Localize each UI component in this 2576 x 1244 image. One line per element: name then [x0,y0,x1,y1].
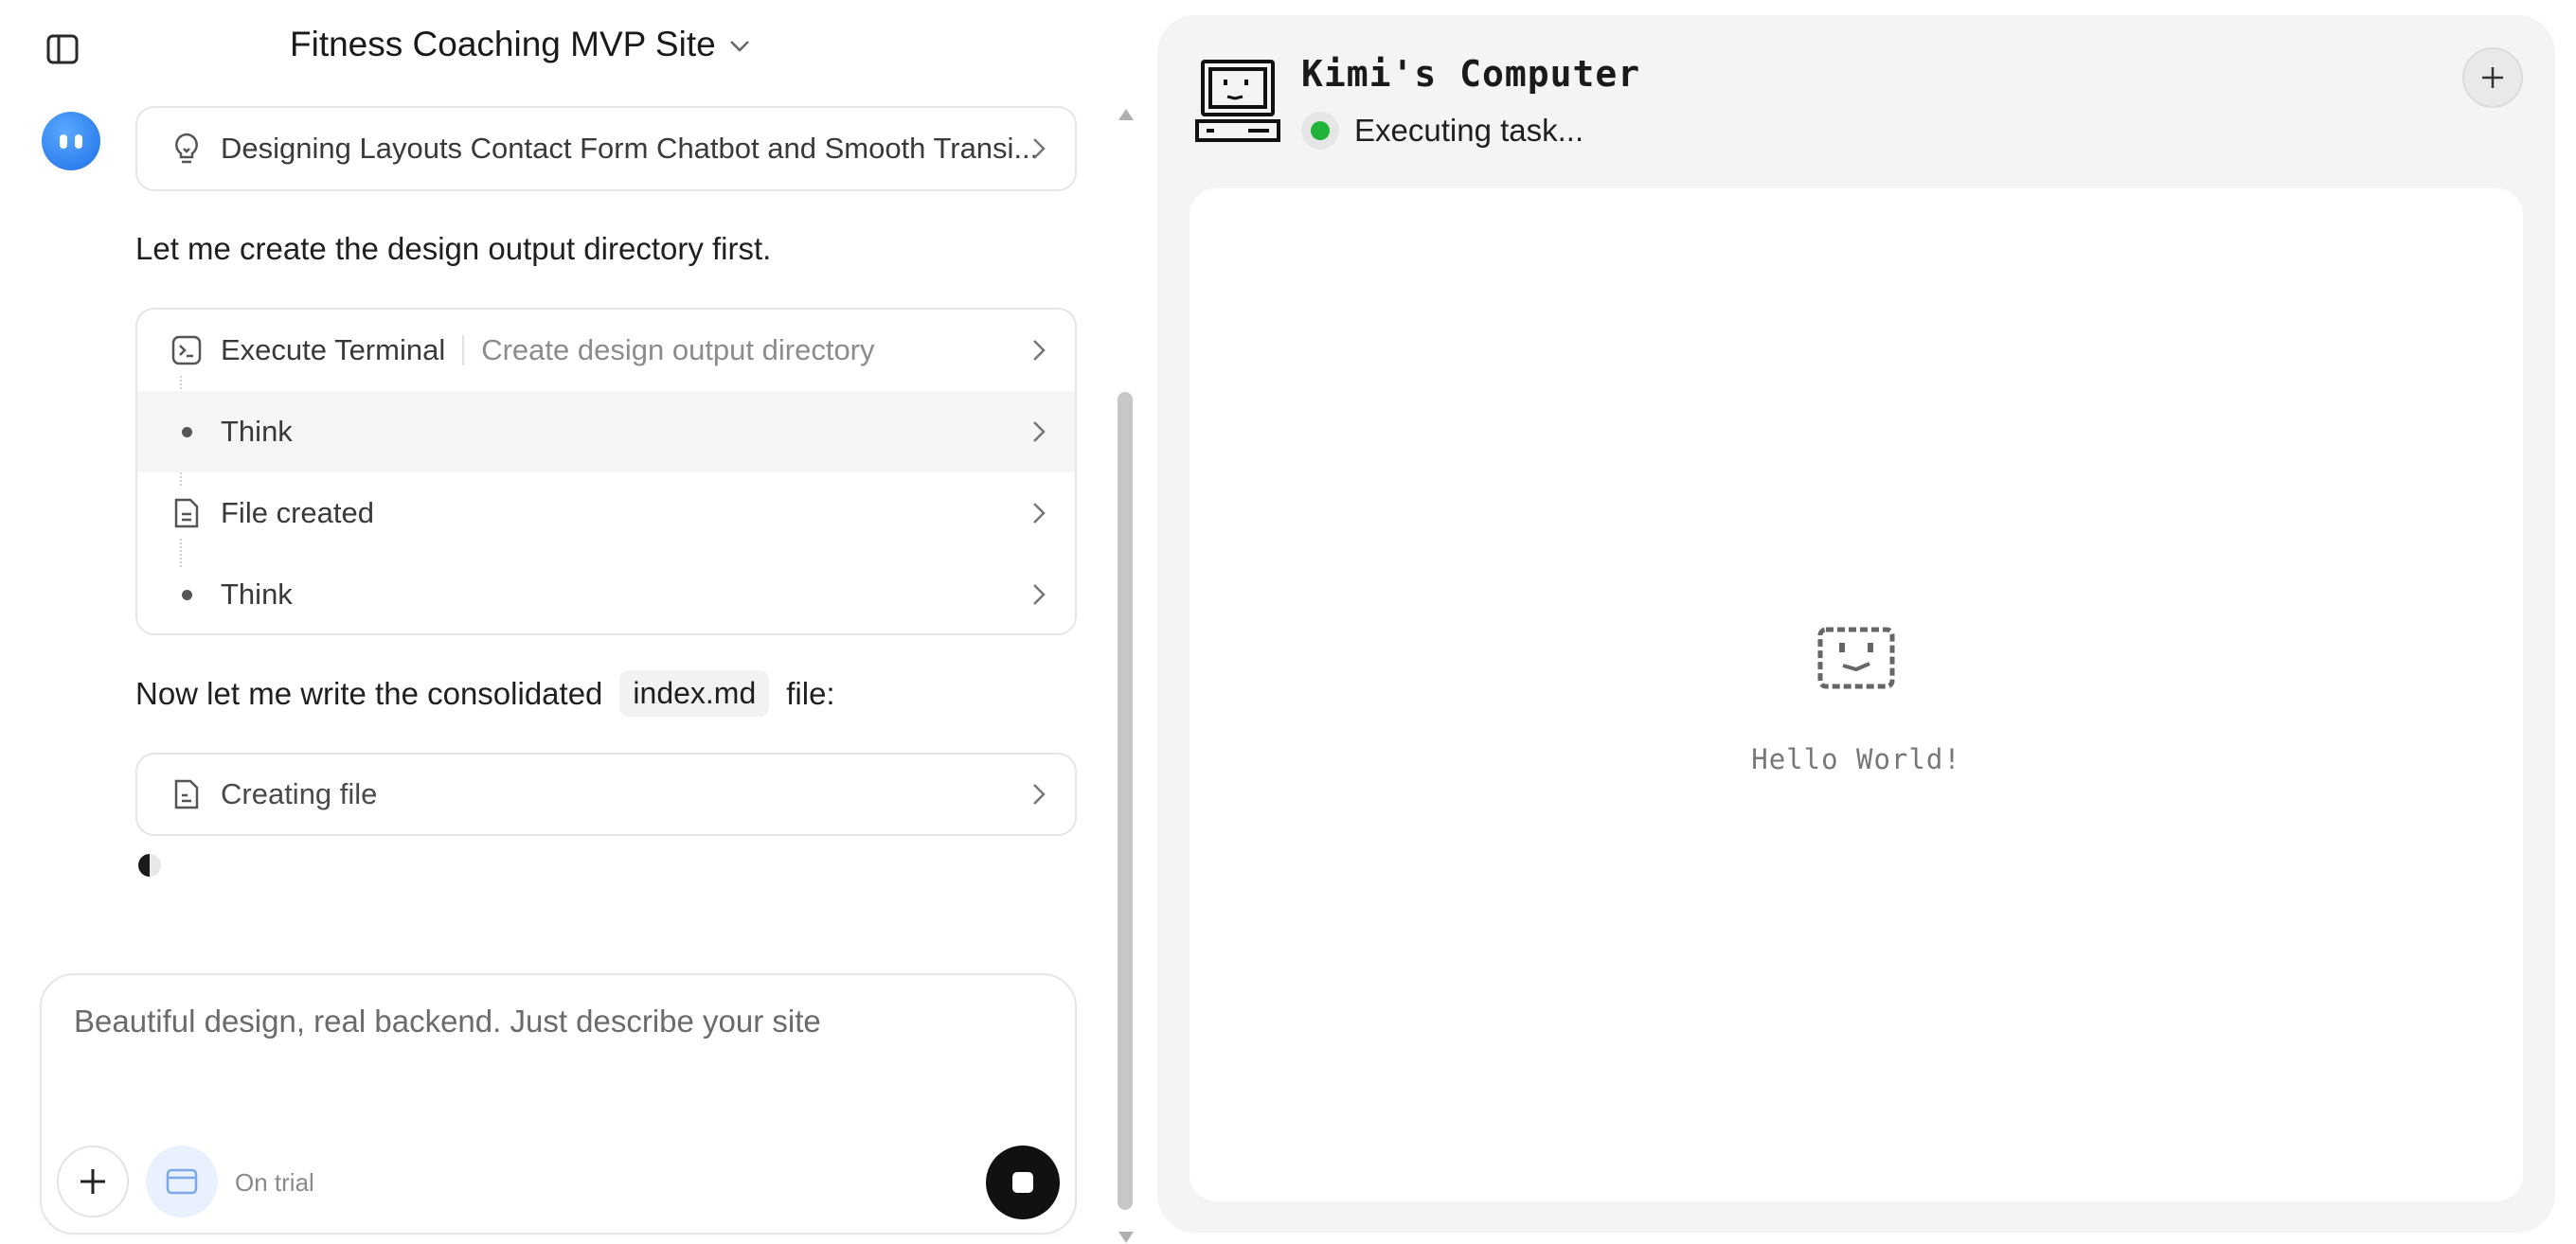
message-composer: On trial [40,973,1077,1235]
scrollbar-thumb[interactable] [1118,392,1133,1210]
step-think-1[interactable]: Think [137,391,1075,472]
creating-file-row[interactable]: Creating file [137,755,1075,834]
chevron-right-icon [1033,421,1046,442]
chevron-right-icon [1033,503,1046,524]
steps-card: Execute Terminal Create design output di… [135,308,1077,635]
creating-file-card[interactable]: Creating file [135,753,1077,836]
chevron-right-icon [1033,138,1046,159]
computer-title: Kimi's Computer [1301,53,1641,95]
project-title-dropdown[interactable]: Fitness Coaching MVP Site [290,25,750,64]
website-mode-button[interactable] [146,1146,218,1217]
step-execute-terminal[interactable]: Execute Terminal Create design output di… [137,310,1075,391]
assistant-avatar [42,112,100,170]
step-detail: Create design output directory [481,333,875,366]
sidebar-toggle-icon[interactable] [45,32,80,66]
thinking-card-label: Designing Layouts Contact Form Chatbot a… [221,132,1039,165]
step-label: Think [221,415,293,448]
step-think-2[interactable]: Think [137,554,1075,633]
chevron-right-icon [1033,340,1046,361]
stop-generation-button[interactable] [986,1146,1060,1219]
bullet-icon [166,411,207,453]
scroll-down-arrow-icon[interactable] [1118,1231,1135,1244]
terminal-icon [166,329,207,371]
chevron-down-icon [729,41,749,52]
step-label: Execute Terminal [221,333,446,366]
loading-spinner-icon [138,854,161,877]
chevron-right-icon [1033,584,1046,605]
step-label: File created [221,496,374,529]
chat-panel: Fitness Coaching MVP Site Designing Layo… [0,0,1144,1244]
project-title: Fitness Coaching MVP Site [290,25,716,63]
add-attachment-button[interactable] [57,1146,129,1217]
assistant-message: Let me create the design output director… [135,231,772,266]
collapse-panel-button[interactable] [2462,47,2523,108]
file-icon [166,492,207,534]
message-text: Now let me write the consolidated [135,675,603,711]
computer-panel: Kimi's Computer Executing task... Hello … [1157,15,2555,1233]
assistant-message-2: Now let me write the consolidated index.… [135,670,835,717]
creating-file-label: Creating file [221,777,378,810]
trial-label: On trial [235,1168,314,1197]
thinking-row[interactable]: Designing Layouts Contact Form Chatbot a… [137,108,1075,189]
inline-code: index.md [619,670,770,717]
message-text: file: [786,675,835,711]
step-label: Think [221,578,293,611]
collapse-icon [2482,67,2503,88]
stop-icon [1012,1172,1033,1193]
pixel-face-icon [1816,626,1896,695]
plus-icon [80,1169,105,1194]
task-status: Executing task... [1301,112,1583,150]
lightbulb-icon [166,128,207,169]
step-file-created[interactable]: File created [137,472,1075,554]
computer-screen: Hello World! [1190,188,2523,1201]
chat-scrollbar[interactable] [1116,100,1135,1244]
status-indicator-icon [1301,112,1339,150]
thinking-card[interactable]: Designing Layouts Contact Form Chatbot a… [135,106,1077,191]
message-input[interactable] [74,1004,1040,1040]
chevron-right-icon [1033,784,1046,805]
retro-computer-icon [1195,59,1280,149]
screen-text: Hello World! [1751,743,1961,775]
browser-window-icon [166,1168,198,1195]
bullet-icon [166,574,207,615]
file-icon [166,773,207,815]
scroll-up-arrow-icon[interactable] [1118,108,1135,121]
status-text: Executing task... [1354,113,1584,148]
